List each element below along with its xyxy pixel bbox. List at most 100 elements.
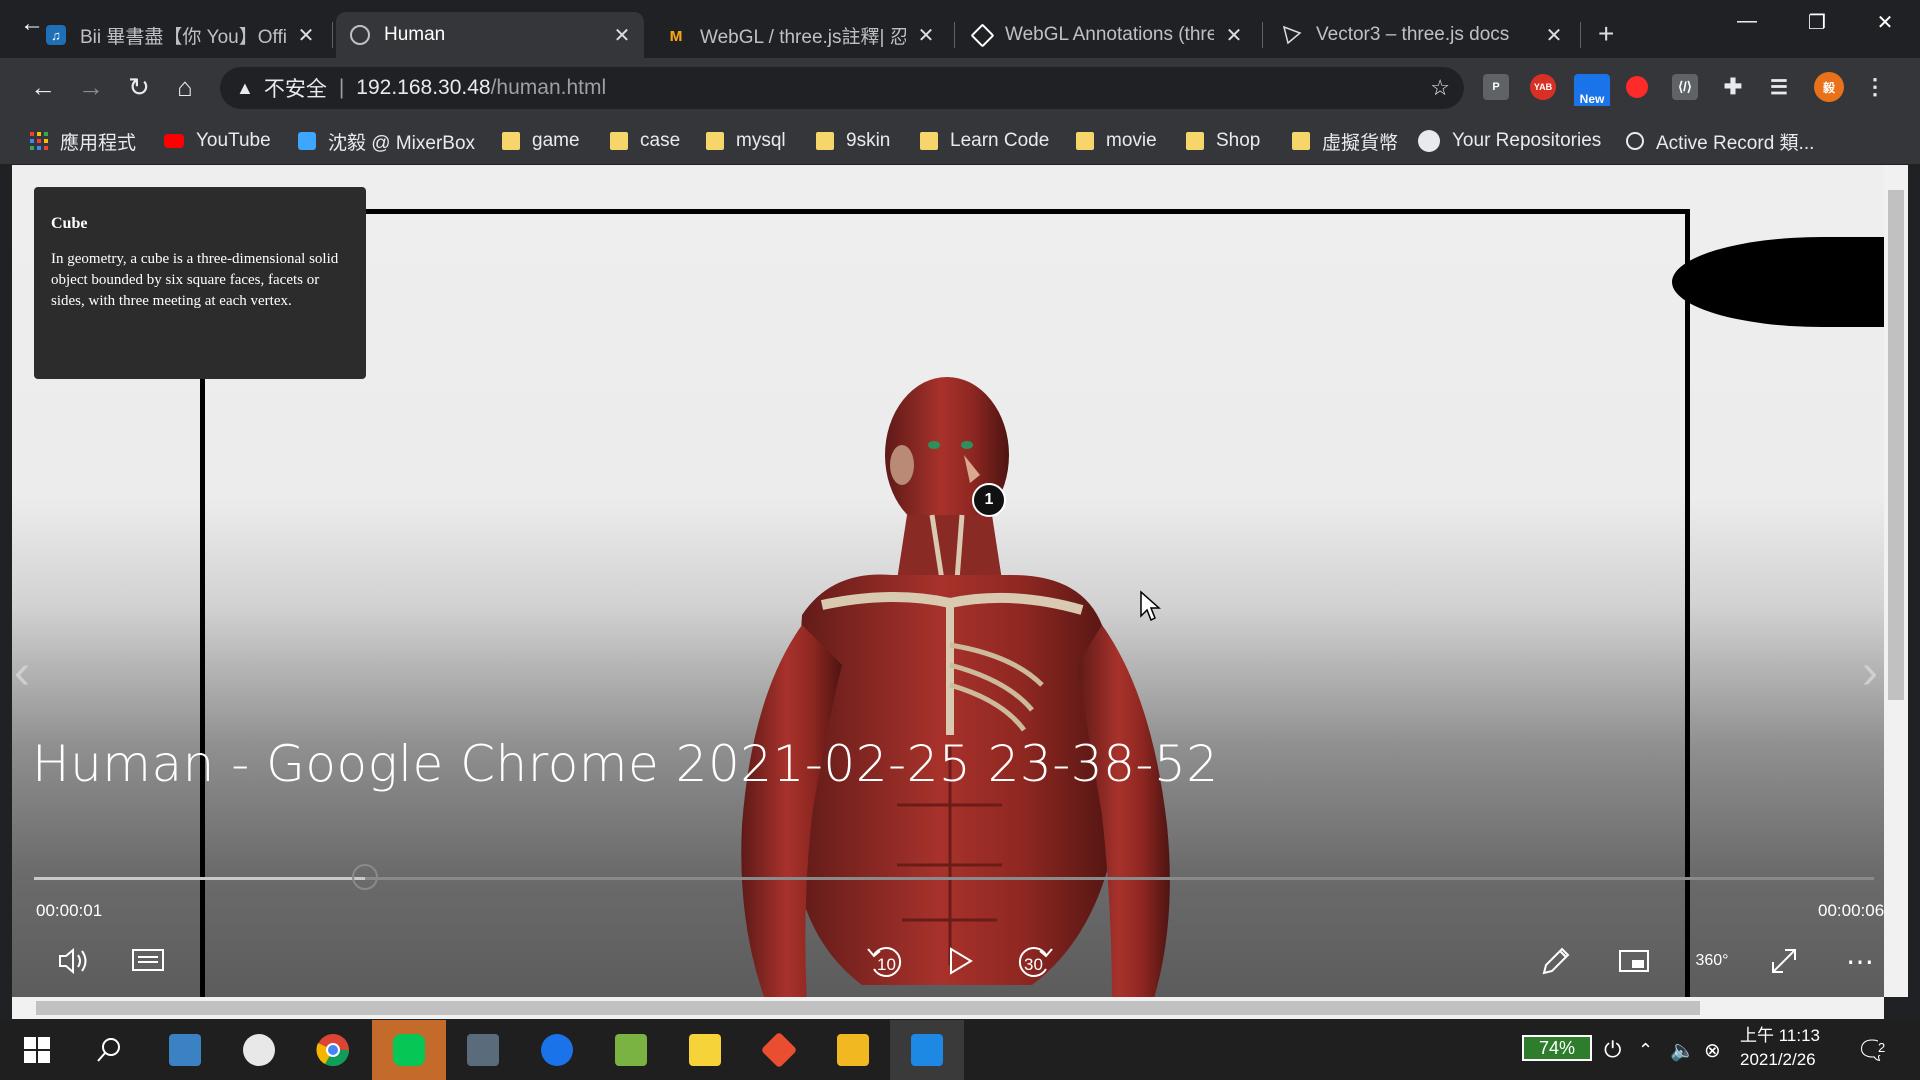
forward-icon[interactable]: → [76, 72, 106, 103]
tray-chevron-icon[interactable]: ⌃ [1638, 1020, 1653, 1080]
tab-separator [332, 22, 333, 48]
bookmark-folder-shop[interactable]: Shop [1186, 118, 1260, 164]
bookmark-folder-case[interactable]: case [610, 118, 680, 164]
record-icon[interactable] [1626, 76, 1648, 98]
close-tab-icon[interactable]: ✕ [916, 23, 936, 48]
folder-icon [1186, 132, 1204, 150]
bookmark-label: Your Repositories [1452, 130, 1602, 151]
video-player-icon[interactable] [890, 1020, 964, 1080]
reload-icon[interactable]: ↻ [124, 72, 154, 103]
restore-icon[interactable]: ❐ [1802, 10, 1832, 35]
tab-webgl-threejs[interactable]: ᴍ WebGL / three.js註釋| 忍者 ✕ [652, 12, 948, 58]
play-button[interactable] [938, 939, 982, 983]
vertical-scrollbar[interactable] [1884, 165, 1908, 997]
annotation-marker[interactable]: 1 [972, 483, 1006, 517]
bookmark-apps[interactable]: 應用程式 [30, 118, 136, 164]
subtitles-icon[interactable] [126, 939, 170, 983]
file-explorer-icon[interactable] [816, 1020, 890, 1080]
close-window-icon[interactable]: ✕ [1870, 10, 1900, 35]
code-extension-icon[interactable]: ⟨/⟩ [1672, 74, 1698, 100]
tab-human[interactable]: Human ✕ [336, 12, 644, 58]
extension-p-icon[interactable]: P [1483, 74, 1509, 100]
media-control-icon[interactable]: ☰ [1766, 74, 1792, 100]
bookmark-folder-crypto[interactable]: 虛擬貨幣 [1292, 118, 1398, 164]
bookmark-folder-movie[interactable]: movie [1076, 118, 1157, 164]
speaker-icon[interactable]: 🔈 [1670, 1020, 1695, 1080]
extension-yab-icon[interactable]: YAB [1530, 74, 1556, 100]
extension-new-badge[interactable]: New [1574, 74, 1610, 106]
bookmark-youtube[interactable]: YouTube [164, 118, 271, 164]
mini-player-icon[interactable] [1612, 939, 1656, 983]
computer-icon[interactable] [148, 1020, 222, 1080]
omnibox-divider: | [338, 76, 345, 99]
forward-30-button[interactable]: 30 [1012, 939, 1056, 983]
close-tab-icon[interactable]: ✕ [1224, 23, 1244, 48]
human-muscle-model[interactable] [712, 365, 1252, 997]
globe-icon [1626, 132, 1644, 150]
maps-pin-icon[interactable] [520, 1020, 594, 1080]
bookmark-label: game [532, 130, 580, 151]
folder-icon [1292, 132, 1310, 150]
seek-bar[interactable] [34, 864, 1874, 890]
battery-indicator[interactable]: 74% [1522, 1035, 1592, 1061]
folder-icon [706, 132, 724, 150]
close-tab-icon[interactable]: ✕ [612, 23, 632, 48]
power-plug-icon[interactable]: ⏻ [1604, 1020, 1621, 1080]
new-tab-button[interactable]: + [1598, 20, 1614, 48]
start-windows-icon[interactable] [0, 1020, 74, 1080]
close-tab-icon[interactable]: ✕ [296, 23, 316, 48]
chrome-menu-icon[interactable]: ⋮ [1862, 74, 1888, 100]
bookmark-star-icon[interactable]: ☆ [1430, 75, 1450, 101]
tab-vector3-docs[interactable]: Vector3 – three.js docs ✕ [1268, 12, 1576, 58]
profile-avatar[interactable]: 毅 [1814, 72, 1844, 102]
warning-icon[interactable]: ▲ [236, 78, 254, 99]
bookmark-label: 應用程式 [60, 132, 137, 154]
seek-thumb[interactable] [352, 864, 379, 890]
puzzle-extensions-icon[interactable]: ✚ [1720, 74, 1746, 100]
search-icon[interactable] [72, 1020, 146, 1080]
git-tool-icon[interactable] [742, 1020, 816, 1080]
pencil-icon[interactable] [1534, 939, 1578, 983]
next-arrow-icon[interactable]: › [1862, 645, 1878, 700]
snipping-tool-icon[interactable] [222, 1020, 296, 1080]
back-icon[interactable]: ← [28, 72, 58, 103]
image-editor-icon[interactable] [594, 1020, 668, 1080]
vr-360-icon[interactable]: 360° [1686, 939, 1738, 983]
current-time: 00:00:01 [36, 901, 103, 920]
network-disconnected-icon[interactable]: ⊗ [1704, 1020, 1721, 1080]
home-icon[interactable]: ⌂ [170, 72, 200, 103]
minimize-icon[interactable]: — [1732, 10, 1762, 33]
more-options-icon[interactable]: ⋯ [1838, 939, 1882, 983]
bookmark-folder-game[interactable]: game [502, 118, 580, 164]
tab-webgl-annotations[interactable]: WebGL Annotations (thre ✕ [960, 12, 1256, 58]
sticky-notes-icon[interactable] [668, 1020, 742, 1080]
previous-arrow-icon[interactable]: ‹ [14, 645, 30, 700]
calculator-icon[interactable] [446, 1020, 520, 1080]
webgl-viewport[interactable]: Cube In geometry, a cube is a three-dime… [12, 165, 1884, 997]
not-secure-label[interactable]: 不安全 [264, 73, 327, 103]
folder-icon [502, 132, 520, 150]
system-clock[interactable]: 上午 11:13 2021/2/26 [1740, 1024, 1820, 1072]
bookmark-folder-9skin[interactable]: 9skin [816, 118, 890, 164]
horizontal-scroll-thumb[interactable] [36, 1001, 1700, 1015]
tab-separator [1262, 22, 1263, 48]
bookmark-active-record[interactable]: Active Record 類... [1626, 118, 1814, 164]
horizontal-scrollbar[interactable] [12, 997, 1884, 1019]
address-bar[interactable]: ▲ 不安全 | 192.168.30.48/human.html ☆ [220, 67, 1464, 109]
volume-icon[interactable] [52, 939, 96, 983]
chrome-icon[interactable] [296, 1020, 370, 1080]
tab-bii[interactable]: ♫ Bii 畢書盡【你 You】Offici ✕ [32, 12, 328, 58]
url-path: /human.html [490, 76, 607, 99]
fullscreen-icon[interactable] [1762, 939, 1806, 983]
bookmark-folder-learn-code[interactable]: Learn Code [920, 118, 1049, 164]
close-tab-icon[interactable]: ✕ [1544, 23, 1564, 48]
bookmark-your-repositories[interactable]: Your Repositories [1418, 118, 1601, 164]
bookmark-mixerbox[interactable]: 沈毅 @ MixerBox [298, 118, 475, 164]
bookmark-label: case [640, 130, 681, 151]
line-app-icon[interactable] [372, 1020, 446, 1080]
folder-icon [920, 132, 938, 150]
bookmarks-bar: 應用程式 YouTube 沈毅 @ MixerBox game case mys… [0, 118, 1920, 165]
bookmark-folder-mysql[interactable]: mysql [706, 118, 786, 164]
rewind-10-button[interactable]: 10 [864, 939, 908, 983]
vertical-scroll-thumb[interactable] [1888, 190, 1904, 700]
